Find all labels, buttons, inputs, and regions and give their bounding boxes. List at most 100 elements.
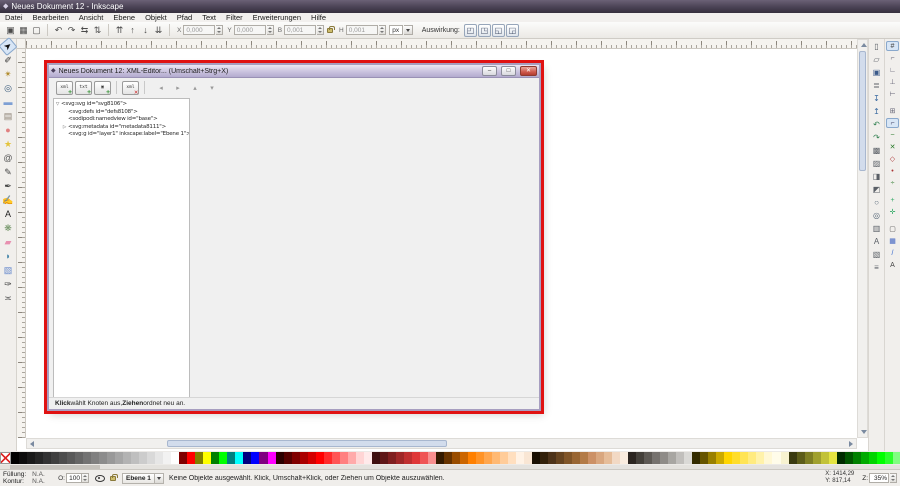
snap-rotation-center-button[interactable]: ✛: [886, 207, 899, 217]
color-swatch[interactable]: [636, 452, 644, 464]
color-swatch[interactable]: [67, 452, 75, 464]
color-swatch[interactable]: [588, 452, 596, 464]
menu-item[interactable]: Pfad: [172, 13, 197, 22]
scroll-right-icon[interactable]: [849, 441, 853, 447]
color-swatch[interactable]: [348, 452, 356, 464]
snap-object-center-button[interactable]: +: [886, 195, 899, 205]
color-swatch[interactable]: [412, 452, 420, 464]
new-element-node-button[interactable]: xml +: [56, 81, 73, 95]
color-swatch[interactable]: [556, 452, 564, 464]
color-swatch[interactable]: [179, 452, 187, 464]
color-swatch[interactable]: [748, 452, 756, 464]
color-swatch[interactable]: [837, 452, 845, 464]
raise-button[interactable]: ↑: [126, 24, 139, 37]
color-swatch[interactable]: [700, 452, 708, 464]
color-swatch[interactable]: [660, 452, 668, 464]
dialog-maximize-button[interactable]: □: [501, 66, 516, 76]
menu-item[interactable]: Text: [197, 13, 221, 22]
dropper-tool[interactable]: ✑: [1, 278, 15, 291]
xml-tree-node[interactable]: ▷ <svg:metadata id="metadata8111">: [54, 124, 189, 132]
color-swatch[interactable]: [91, 452, 99, 464]
color-swatch[interactable]: [235, 452, 243, 464]
color-swatch[interactable]: [123, 452, 131, 464]
menu-item[interactable]: Ansicht: [74, 13, 109, 22]
color-swatch[interactable]: [195, 452, 203, 464]
snap-guide-button[interactable]: /: [886, 248, 899, 258]
horizontal-scrollbar[interactable]: [26, 438, 857, 449]
duplicate-button[interactable]: ◨: [870, 171, 883, 182]
unit-select[interactable]: px: [389, 25, 403, 35]
redo-button[interactable]: ↷: [870, 132, 883, 143]
3d-box-tool[interactable]: ▤: [1, 110, 15, 123]
snap-enable-button[interactable]: #: [886, 41, 899, 51]
calligraphy-tool[interactable]: ✍: [1, 194, 15, 207]
save-button[interactable]: ▣: [870, 67, 883, 78]
color-swatch[interactable]: [500, 452, 508, 464]
import-button[interactable]: ↧: [870, 93, 883, 104]
snap-smooth-node-button[interactable]: •: [886, 166, 899, 176]
color-swatch[interactable]: [316, 452, 324, 464]
color-swatch[interactable]: [75, 452, 83, 464]
select-all-button[interactable]: ▣: [4, 24, 17, 37]
stroke-value[interactable]: N.A.: [32, 478, 50, 486]
snap-line-midpoint-button[interactable]: ÷: [886, 178, 899, 188]
vertical-scroll-thumb[interactable]: [859, 51, 866, 171]
color-swatch[interactable]: [59, 452, 67, 464]
fill-value[interactable]: N.A.: [32, 471, 50, 479]
layer-dropdown-icon[interactable]: [155, 473, 164, 484]
eraser-tool[interactable]: ▰: [1, 236, 15, 249]
color-swatch[interactable]: [692, 452, 700, 464]
connector-tool[interactable]: ≍: [1, 292, 15, 305]
select-all-layers-button[interactable]: ▦: [17, 24, 30, 37]
color-swatch[interactable]: [284, 452, 292, 464]
color-swatch[interactable]: [604, 452, 612, 464]
snap-bbox-center-button[interactable]: ⊞: [886, 106, 899, 116]
color-swatch[interactable]: [292, 452, 300, 464]
horizontal-ruler[interactable]: [26, 39, 857, 49]
color-swatch[interactable]: [300, 452, 308, 464]
lower-button[interactable]: ↓: [139, 24, 152, 37]
color-swatch[interactable]: [861, 452, 869, 464]
color-swatch[interactable]: [420, 452, 428, 464]
rectangle-tool[interactable]: ▬: [1, 96, 15, 109]
color-swatch[interactable]: [227, 452, 235, 464]
color-swatch[interactable]: [869, 452, 877, 464]
color-swatch[interactable]: [171, 452, 179, 464]
x-field-spinner[interactable]: [216, 25, 223, 35]
snap-bbox-midpoint-button[interactable]: ⊢: [886, 89, 899, 99]
snap-bbox-edge-button[interactable]: ∟: [886, 65, 899, 75]
snap-grid-button[interactable]: ▦: [886, 236, 899, 246]
vertical-scrollbar[interactable]: [857, 39, 868, 438]
scale-stroke-toggle[interactable]: ◰: [464, 24, 477, 37]
snap-cusp-node-button[interactable]: ◇: [886, 154, 899, 164]
layer-visibility-eye-icon[interactable]: [95, 473, 105, 483]
x-field[interactable]: 0,000: [183, 25, 215, 35]
layer-selector[interactable]: Ebene 1: [122, 473, 155, 484]
color-swatch[interactable]: [885, 452, 893, 464]
color-swatch[interactable]: [452, 452, 460, 464]
color-swatch[interactable]: [516, 452, 524, 464]
snap-bbox-button[interactable]: ⌐: [886, 53, 899, 63]
undo-button[interactable]: ↶: [870, 119, 883, 130]
menu-item[interactable]: Hilfe: [306, 13, 331, 22]
no-color-swatch[interactable]: [0, 452, 11, 464]
expander-open-icon[interactable]: ▽: [54, 101, 61, 109]
snap-path-intersection-button[interactable]: ✕: [886, 142, 899, 152]
color-swatch[interactable]: [396, 452, 404, 464]
dialog-minimize-button[interactable]: –: [482, 66, 497, 76]
flip-vertical-button[interactable]: ⇅: [91, 24, 104, 37]
xml-editor-button[interactable]: ▧: [870, 249, 883, 260]
color-swatch[interactable]: [211, 452, 219, 464]
spray-tool[interactable]: ❋: [1, 222, 15, 235]
xml-tree-node[interactable]: ▽ <svg:svg id="svg8106">: [54, 101, 189, 109]
rotate-ccw-button[interactable]: ↶: [52, 24, 65, 37]
color-swatch[interactable]: [668, 452, 676, 464]
xml-tree-node[interactable]: <sodipodi:namedview id="base">: [54, 116, 189, 124]
ellipse-tool[interactable]: ●: [1, 124, 15, 137]
snap-text-baseline-button[interactable]: A: [886, 260, 899, 270]
opacity-field[interactable]: 100: [66, 473, 82, 483]
color-swatch[interactable]: [797, 452, 805, 464]
color-swatch[interactable]: [372, 452, 380, 464]
color-swatch[interactable]: [596, 452, 604, 464]
color-swatch[interactable]: [813, 452, 821, 464]
